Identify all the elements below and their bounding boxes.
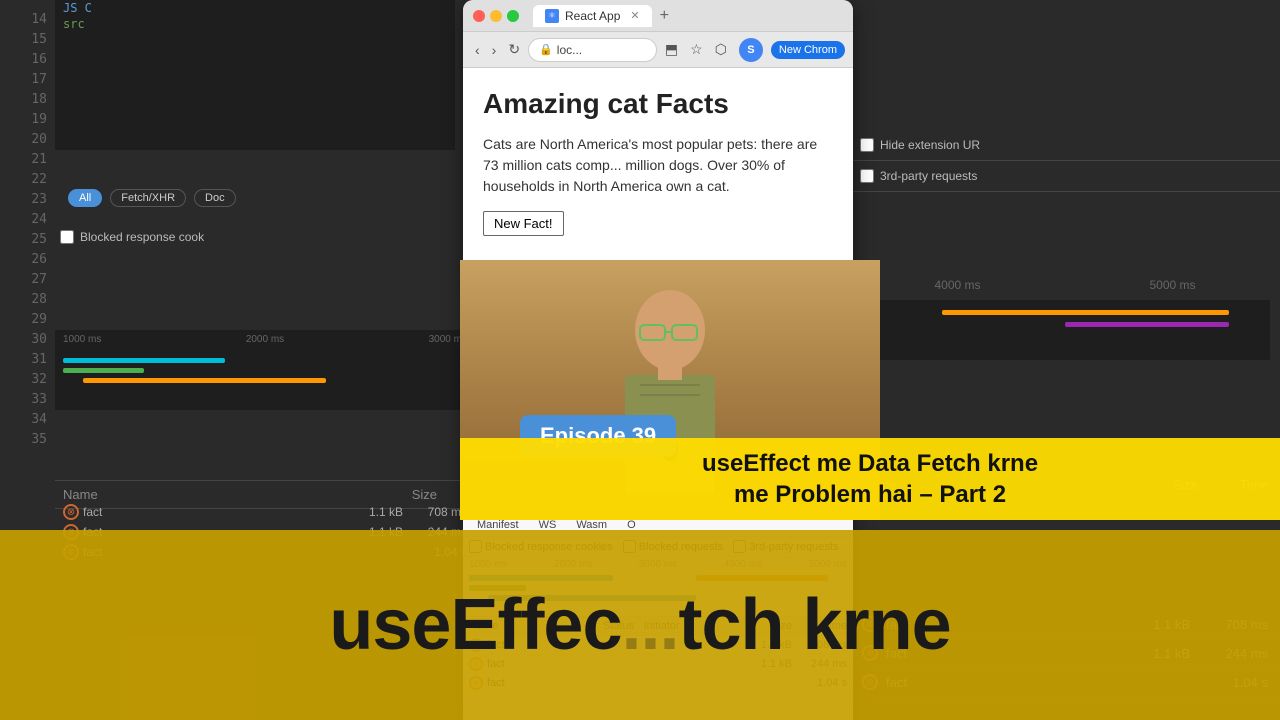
tab-favicon: ⚛	[545, 9, 559, 23]
bg-rt-5000: 5000 ms	[1149, 278, 1195, 292]
bg-third-party-checkbox[interactable]	[860, 169, 874, 183]
minimize-button[interactable]	[490, 10, 502, 22]
bg-row1-icon: ⊗	[63, 504, 79, 520]
subtitle-line2: me Problem hai – Part 2	[480, 479, 1260, 510]
new-tab-button[interactable]: +	[656, 7, 673, 25]
bg-doc-btn[interactable]: Doc	[194, 189, 236, 207]
bg-blocked-label: Blocked response cook	[80, 230, 204, 244]
bottom-overlay: useEffec...tch krne	[0, 530, 1280, 720]
traffic-lights	[473, 10, 519, 22]
bg-blocked-checkbox[interactable]	[60, 230, 74, 244]
bg-row1-time: 708 ms	[407, 505, 467, 519]
lock-icon: 🔒	[539, 43, 553, 56]
bg-rt-4000: 4000 ms	[934, 278, 980, 292]
bg-tl-1000: 1000 ms	[63, 334, 101, 345]
page-body-text: Cats are North America's most popular pe…	[483, 134, 833, 197]
tab-bar: ⚛ React App ✕ +	[533, 5, 843, 27]
source-code-area: JS C src	[55, 0, 455, 150]
subtitle-line1: useEffect me Data Fetch krne	[480, 448, 1260, 479]
bg-hide-ext-checkbox[interactable]	[860, 138, 874, 152]
bottom-text: useEffec...tch krne	[309, 584, 970, 666]
extensions-button[interactable]: ⬡	[711, 39, 731, 60]
new-chrome-button[interactable]: New Chrom	[771, 41, 845, 59]
new-fact-button[interactable]: New Fact!	[483, 211, 564, 236]
tab-close-icon[interactable]: ✕	[630, 9, 639, 22]
cast-button[interactable]: ⬒	[661, 39, 682, 60]
address-bar[interactable]: 🔒 loc...	[528, 38, 657, 62]
page-heading: Amazing cat Facts	[483, 88, 833, 120]
bg-tl-2000: 2000 ms	[246, 334, 284, 345]
address-text: loc...	[557, 43, 582, 57]
bg-hide-ext-label: Hide extension UR	[880, 138, 980, 152]
title-bar: ⚛ React App ✕ +	[463, 0, 853, 32]
subtitle-overlay: useEffect me Data Fetch krne me Problem …	[460, 438, 1280, 520]
bg-timeline: 1000 ms 2000 ms 3000 ms	[55, 330, 475, 410]
active-tab[interactable]: ⚛ React App ✕	[533, 5, 652, 27]
back-button[interactable]: ‹	[471, 40, 484, 60]
bookmark-button[interactable]: ☆	[686, 39, 707, 60]
close-button[interactable]	[473, 10, 485, 22]
bg-all-btn[interactable]: All	[68, 189, 102, 207]
maximize-button[interactable]	[507, 10, 519, 22]
tab-title: React App	[565, 9, 620, 23]
bg-fetch-btn[interactable]: Fetch/XHR	[110, 189, 186, 207]
forward-button[interactable]: ›	[488, 40, 501, 60]
profile-button[interactable]: S	[735, 36, 767, 64]
bg-row1-size: 1.1 kB	[343, 505, 403, 519]
bg-row1-name: fact	[83, 505, 339, 519]
profile-avatar: S	[739, 38, 763, 62]
reload-button[interactable]: ↻	[504, 39, 524, 60]
bg-third-party-label: 3rd-party requests	[880, 169, 977, 183]
nav-bar: ‹ › ↻ 🔒 loc... ⬒ ☆ ⬡ S New Chrom	[463, 32, 853, 68]
